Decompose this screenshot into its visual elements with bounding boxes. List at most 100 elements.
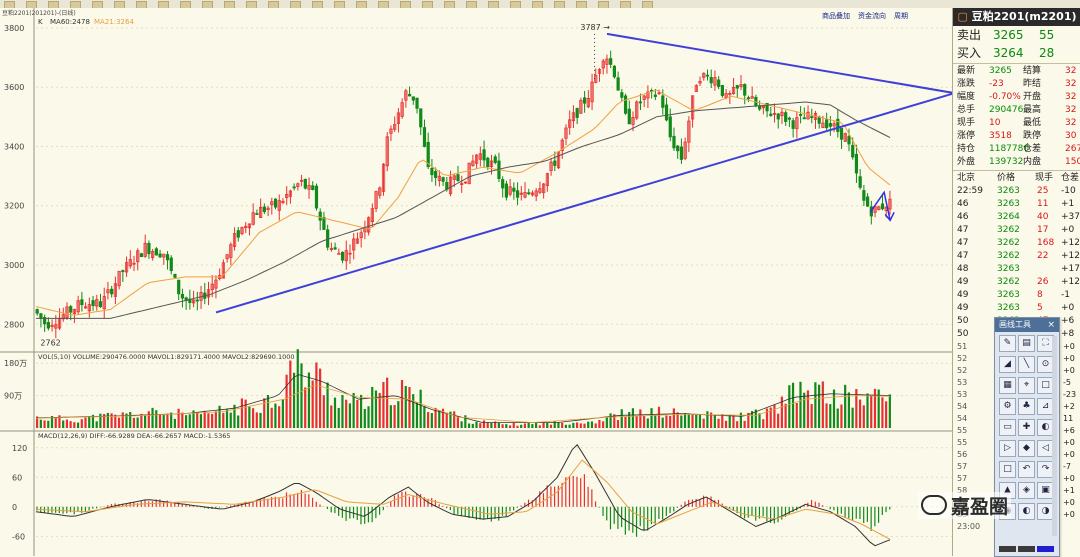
- volume-bar: [784, 403, 787, 428]
- volume-bar: [721, 414, 724, 428]
- volume-bar: [534, 422, 538, 428]
- tick-o: -10: [1061, 186, 1076, 196]
- price-annotation: 3787 →: [580, 23, 610, 32]
- candle-body: [758, 105, 762, 110]
- tick-t: 48: [957, 264, 969, 274]
- volume-bar: [129, 412, 132, 428]
- toolbox-scrollbar[interactable]: [1052, 336, 1057, 536]
- volume-bar: [281, 399, 284, 428]
- header-button[interactable]: 周期: [894, 12, 908, 20]
- macd-tick-label: 60: [12, 473, 22, 482]
- price-tick-label: 3400: [4, 142, 24, 151]
- candle-body: [303, 178, 307, 189]
- moon-icon[interactable]: ◐: [1018, 503, 1035, 520]
- volume-bar: [151, 407, 154, 428]
- quote-stat-l2: 跌停: [1023, 131, 1042, 141]
- undo-icon[interactable]: ↶: [1018, 461, 1035, 478]
- box-icon[interactable]: □: [999, 461, 1016, 478]
- gem-icon[interactable]: ◈: [1018, 482, 1035, 499]
- tick-p: 3262: [997, 251, 1020, 261]
- volume-bar: [490, 422, 493, 428]
- quote-stat-v1: 139732: [989, 157, 1024, 167]
- price-annotation: 2762: [40, 339, 60, 348]
- volume-bar: [341, 394, 344, 428]
- line-width-swatch[interactable]: [1018, 546, 1035, 552]
- volume-bar: [639, 409, 642, 428]
- line-icon[interactable]: ╲: [1018, 356, 1035, 373]
- candle-body: [486, 157, 490, 168]
- volume-bar: [669, 416, 672, 428]
- volume-bar: [73, 422, 76, 428]
- volume-bar: [177, 408, 180, 428]
- candle-body: [627, 108, 631, 125]
- volume-bar: [799, 381, 802, 428]
- tick-v: 22: [1037, 251, 1049, 261]
- quote-stat-v1: -0.70%: [989, 92, 1021, 102]
- candle-body: [456, 174, 460, 182]
- volume-bar: [635, 416, 638, 428]
- volume-bar: [356, 399, 359, 428]
- header-button[interactable]: 商品叠加: [822, 11, 850, 20]
- quote-stat-v2: 32: [1065, 92, 1077, 102]
- candle-body: [784, 112, 788, 122]
- pen-icon[interactable]: ✎: [999, 335, 1016, 352]
- club-icon[interactable]: ♣: [1018, 398, 1035, 415]
- candle-body: [110, 288, 114, 295]
- candle-body: [609, 58, 613, 65]
- tick-t: 46: [957, 212, 969, 222]
- frame-icon[interactable]: ▭: [999, 419, 1016, 436]
- volume-bar: [374, 390, 378, 428]
- volume-bar: [222, 412, 225, 428]
- header-button[interactable]: 资金流向: [858, 11, 886, 20]
- candle-body: [653, 94, 657, 97]
- volume-bar: [691, 413, 694, 428]
- tick-oi-change: +0: [1063, 366, 1075, 375]
- volume-bar: [39, 419, 42, 428]
- line-color-swatch[interactable]: [1037, 546, 1054, 552]
- line-style-swatch[interactable]: [999, 546, 1016, 552]
- tick-t: 49: [957, 290, 969, 300]
- volume-bar: [512, 422, 515, 428]
- volume-bar: [274, 403, 277, 428]
- candle-body: [441, 177, 445, 182]
- tick-o: +12: [1061, 277, 1080, 287]
- drawing-toolbox[interactable]: 画线工具 × ✎▤⛶◢╲⊙▦⌖□⚙♣⊿▭✚◐▷◆◁□↶↷▲◈▣◉◐◑: [994, 317, 1060, 557]
- volume-bar: [594, 423, 597, 428]
- quote-stat-v2: 32: [1065, 66, 1077, 76]
- gear-icon[interactable]: ⚙: [999, 398, 1016, 415]
- tick-header-oi: 仓差: [1061, 173, 1080, 183]
- volume-bar: [117, 417, 121, 428]
- candle-body: [854, 153, 859, 174]
- play-icon[interactable]: ▷: [999, 440, 1016, 457]
- volume-bar: [225, 409, 229, 428]
- cross-icon[interactable]: ✚: [1018, 419, 1035, 436]
- volume-bar: [345, 399, 348, 428]
- quote-stat-v2: 32: [1065, 118, 1077, 128]
- volume-bar: [497, 422, 500, 428]
- volume-bar: [196, 412, 199, 428]
- volume-bar: [791, 382, 795, 428]
- layers-icon[interactable]: ▤: [1018, 335, 1035, 352]
- target-icon[interactable]: ⌖: [1018, 377, 1035, 394]
- candle-body: [810, 116, 814, 119]
- triangle-icon[interactable]: ◢: [999, 356, 1016, 373]
- volume-bar: [870, 395, 873, 428]
- candle-body: [407, 93, 412, 97]
- sell-label: 卖出: [957, 28, 982, 42]
- quote-stat-v1: 290476: [989, 105, 1024, 115]
- grid-icon[interactable]: ▦: [999, 377, 1016, 394]
- tick-v: 168: [1037, 238, 1055, 248]
- quote-stat-row: 外盘 139732内盘 1507: [953, 156, 1080, 169]
- volume-bar: [885, 401, 888, 428]
- quote-stat-l1: 幅度: [957, 92, 976, 102]
- volume-bar: [553, 421, 556, 428]
- diamond-icon[interactable]: ◆: [1018, 440, 1035, 457]
- volume-bar: [95, 421, 98, 428]
- candle-body: [333, 247, 337, 250]
- quote-title: ▢ 豆粕2201(m2201): [953, 8, 1080, 26]
- candle-body: [527, 192, 531, 195]
- candle-body: [46, 322, 50, 329]
- chart-background: [0, 8, 952, 556]
- tick-t: 47: [957, 225, 969, 235]
- toolbox-close-button[interactable]: ×: [1047, 318, 1055, 332]
